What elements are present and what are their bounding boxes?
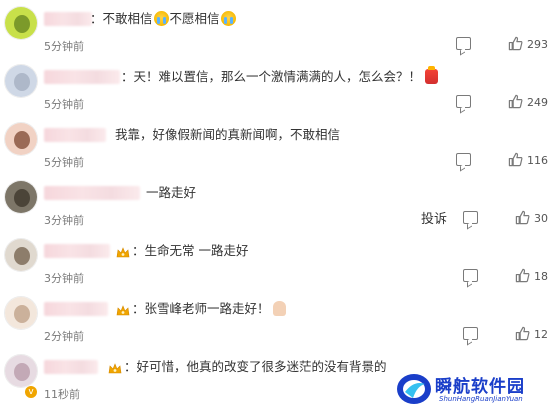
thumbs-up-icon[interactable]: [508, 94, 523, 109]
comment-icon[interactable]: [456, 37, 471, 50]
thumbs-up-icon[interactable]: [515, 268, 530, 283]
red-packet-emoji: [425, 66, 439, 84]
like-count: 293: [527, 38, 548, 51]
username-blurred[interactable]: [44, 128, 106, 142]
avatar[interactable]: [4, 354, 38, 388]
username-blurred[interactable]: [44, 302, 108, 316]
comment-item: 我靠，好像假新闻的真新闻啊，不敢相信 5分钟前 116: [0, 122, 550, 180]
watermark: 瞬航软件园 ShunHangRuanJianYuan: [391, 366, 550, 413]
avatar[interactable]: [4, 296, 38, 330]
comment-item: 一路走好 3分钟前 投诉 30: [0, 180, 550, 238]
comment-item: ：不敢相信 不愿相信 5分钟前 293: [0, 6, 550, 64]
thumbs-up-icon[interactable]: [508, 152, 523, 167]
like-count: 116: [527, 154, 548, 167]
comment-icon[interactable]: [463, 327, 478, 340]
comment-text-part: 不愿相信: [169, 11, 220, 26]
like-count: 18: [534, 270, 548, 283]
comment-text-part: ：生命无常 一路走好: [132, 243, 249, 258]
comment-text: ：张雪峰老师一路走好！: [132, 301, 287, 317]
timestamp: 2分钟前: [44, 330, 84, 343]
avatar[interactable]: [4, 180, 38, 214]
comment-text: 一路走好: [146, 185, 196, 201]
comment-text: ：不敢相信 不愿相信: [90, 11, 237, 27]
comment-item: ：天！难以置信，那么一个激情满满的人，怎么会？！ 5分钟前 249: [0, 64, 550, 122]
avatar[interactable]: [4, 238, 38, 272]
timestamp: 11秒前: [44, 388, 80, 401]
timestamp: 3分钟前: [44, 214, 84, 227]
like-count: 12: [534, 328, 548, 341]
comment-icon[interactable]: [463, 269, 478, 282]
comment-icon[interactable]: [456, 95, 471, 108]
timestamp: 5分钟前: [44, 40, 84, 53]
username-blurred[interactable]: [44, 12, 92, 26]
comment-text-part: ：不敢相信: [90, 11, 153, 26]
comment-text-part: ：天！难以置信，那么一个激情满满的人，怎么会？！: [121, 69, 422, 84]
praying-hands-emoji: [272, 301, 286, 316]
avatar[interactable]: [4, 122, 38, 156]
comment-text: ：天！难以置信，那么一个激情满满的人，怎么会？！: [121, 66, 439, 85]
watermark-logo: [397, 374, 431, 404]
comment-icon[interactable]: [463, 211, 478, 224]
crying-face-emoji: [153, 11, 169, 26]
thumbs-up-icon[interactable]: [508, 36, 523, 51]
username-blurred[interactable]: [44, 186, 140, 200]
watermark-title: 瞬航软件园: [435, 377, 525, 397]
username-blurred[interactable]: [44, 70, 120, 84]
report-button[interactable]: 投诉: [421, 208, 447, 227]
comment-item: ：生命无常 一路走好 3分钟前 18: [0, 238, 550, 296]
thumbs-up-icon[interactable]: [515, 210, 530, 225]
comment-actions: 12: [330, 326, 550, 344]
avatar[interactable]: [4, 64, 38, 98]
timestamp: 3分钟前: [44, 272, 84, 285]
comment-text-part: ：好可惜，他真的改变了很多迷茫的没有背景的: [124, 359, 387, 374]
comment-actions: 116: [330, 152, 550, 170]
comment-text: ：好可惜，他真的改变了很多迷茫的没有背景的: [124, 359, 387, 375]
comment-text-part: ：张雪峰老师一路走好！: [132, 301, 270, 316]
comment-actions: 18: [330, 268, 550, 286]
comment-actions: 投诉 30: [330, 210, 550, 228]
avatar[interactable]: [4, 6, 38, 40]
username-blurred[interactable]: [44, 360, 98, 374]
username-blurred[interactable]: [44, 244, 110, 258]
timestamp: 5分钟前: [44, 98, 84, 111]
comment-actions: 249: [330, 94, 550, 112]
vip-crown-icon: [116, 302, 130, 316]
comment-text: 我靠，好像假新闻的真新闻啊，不敢相信: [115, 127, 340, 143]
like-count: 30: [534, 212, 548, 225]
like-count: 249: [527, 96, 548, 109]
comment-actions: 293: [330, 36, 550, 54]
verified-badge-icon: v: [25, 386, 37, 398]
thumbs-up-icon[interactable]: [515, 326, 530, 341]
comment-text-part: 我靠，好像假新闻的真新闻啊，不敢相信: [115, 127, 341, 142]
timestamp: 5分钟前: [44, 156, 84, 169]
comment-text: ：生命无常 一路走好: [132, 243, 248, 259]
comment-icon[interactable]: [456, 153, 471, 166]
comment-item: ：张雪峰老师一路走好！ 2分钟前 12: [0, 296, 550, 354]
vip-crown-icon: [116, 244, 130, 258]
comment-text-part: 一路走好: [146, 185, 197, 200]
vip-crown-icon: [108, 360, 122, 374]
watermark-subtitle: ShunHangRuanJianYuan: [439, 395, 523, 403]
crying-face-emoji: [220, 11, 236, 26]
comment-feed: ：不敢相信 不愿相信 5分钟前 293 ：天！难以置信，那么一个激情满满的人，怎么会？！…: [0, 0, 550, 413]
